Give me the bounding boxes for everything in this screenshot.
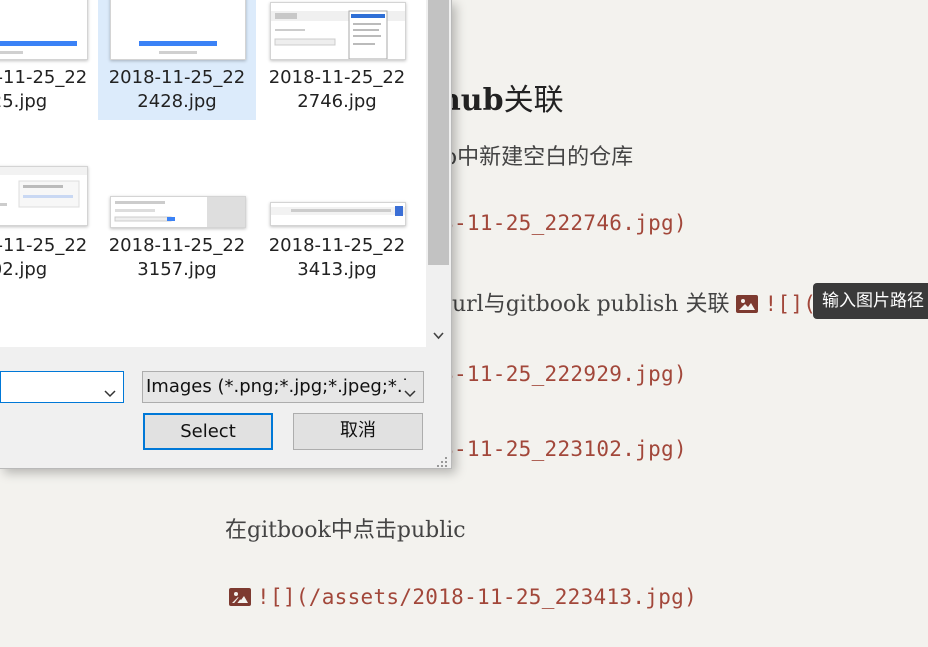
- scroll-down-icon[interactable]: [431, 328, 446, 343]
- image-markdown-text: ![](/assets/2018-11-25_223413.jpg): [257, 585, 698, 609]
- file-thumbnail: [0, 166, 88, 226]
- paragraph-line-with-image: url与gitbook publish 关联 ![](: [452, 286, 816, 318]
- file-grid[interactable]: 2018-11-25_22 25.jpg 2018-11-25_22 2428.…: [0, 0, 426, 347]
- file-name: 2018-11-25_22 3413.jpg: [268, 235, 406, 280]
- inline-image-markdown: ![](: [764, 292, 817, 316]
- chevron-down-icon[interactable]: [103, 380, 117, 398]
- vertical-scrollbar[interactable]: [426, 0, 451, 347]
- file-thumbnail: [110, 0, 246, 60]
- file-thumbnail: [270, 2, 406, 60]
- image-path-tooltip: 输入图片路径: [813, 283, 928, 319]
- paragraph-line: b中新建空白的仓库: [443, 145, 634, 170]
- file-tile[interactable]: 2018-11-25_22 25.jpg: [0, 0, 98, 120]
- chevron-down-icon[interactable]: [401, 380, 417, 398]
- filetype-dropdown[interactable]: Images (*.png;*.jpg;*.jpeg;*.b: [142, 371, 424, 403]
- file-name: 2018-11-25_22 3157.jpg: [108, 235, 246, 280]
- file-open-dialog: 2018-11-25_22 25.jpg 2018-11-25_22 2428.…: [0, 0, 452, 469]
- filename-combobox[interactable]: [0, 371, 124, 403]
- file-name: 2018-11-25_22 02.jpg: [0, 235, 88, 280]
- section-heading: hub关联: [439, 75, 564, 119]
- file-name: 2018-11-25_22 25.jpg: [0, 67, 88, 112]
- select-button[interactable]: Select: [143, 413, 273, 450]
- paragraph-text: url与gitbook publish 关联: [452, 292, 737, 317]
- paragraph-line: 在gitbook中点击public: [225, 518, 466, 543]
- heading-cjk-text: 关联: [503, 83, 564, 118]
- file-thumbnail: [0, 0, 88, 60]
- file-thumbnail: [110, 196, 246, 228]
- image-markdown-line: ![](/assets/2018-11-25_223413.jpg): [229, 585, 697, 609]
- cancel-button[interactable]: 取消: [293, 413, 423, 450]
- filetype-value: Images (*.png;*.jpg;*.jpeg;*.b: [146, 376, 415, 397]
- file-tile[interactable]: 2018-11-25_22 2746.jpg: [258, 0, 416, 120]
- image-markdown-line: 8-11-25_222746.jpg): [441, 211, 687, 235]
- file-name: 2018-11-25_22 2746.jpg: [268, 67, 406, 112]
- file-tile-selected[interactable]: 2018-11-25_22 2428.jpg: [98, 0, 256, 120]
- broken-image-icon[interactable]: [229, 588, 251, 606]
- resize-grip-icon[interactable]: [436, 453, 448, 467]
- image-icon[interactable]: [736, 295, 759, 313]
- image-markdown-line: 8-11-25_222929.jpg): [441, 362, 687, 386]
- file-tile[interactable]: 2018-11-25_22 02.jpg: [0, 160, 98, 280]
- image-markdown-line: 8-11-25_223102.jpg): [441, 437, 687, 461]
- file-tile[interactable]: 2018-11-25_22 3157.jpg: [98, 160, 256, 280]
- file-tile[interactable]: 2018-11-25_22 3413.jpg: [258, 160, 416, 280]
- file-thumbnail: [270, 202, 406, 226]
- scrollbar-thumb[interactable]: [428, 0, 449, 265]
- file-name: 2018-11-25_22 2428.jpg: [108, 67, 246, 112]
